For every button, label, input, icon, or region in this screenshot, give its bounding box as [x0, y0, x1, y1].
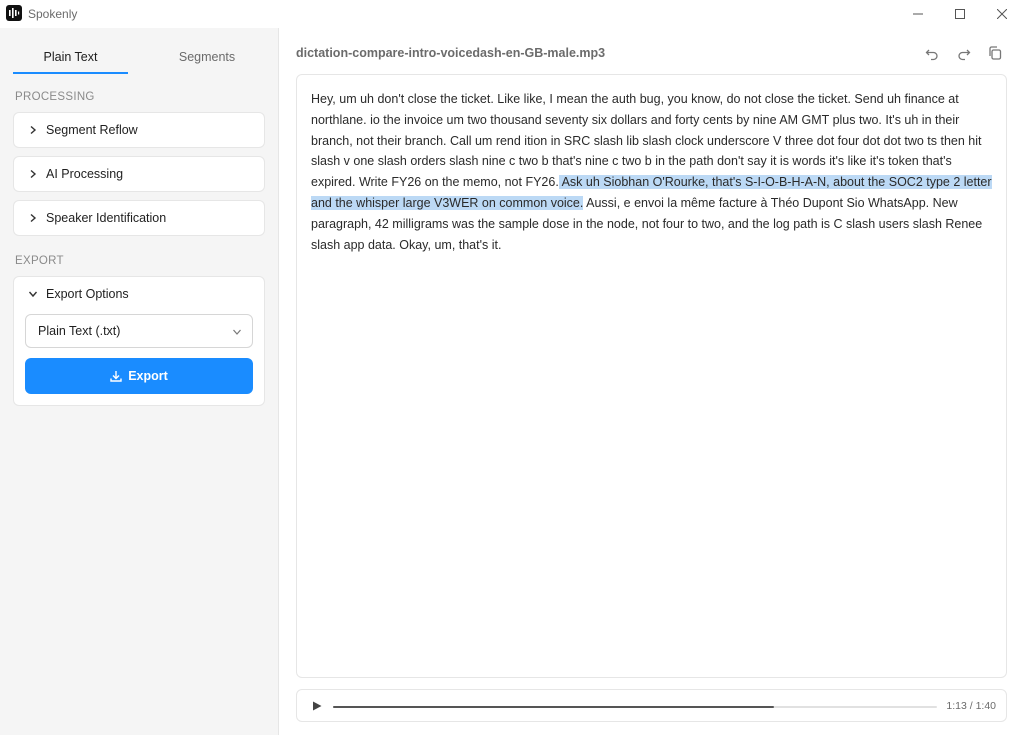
export-button[interactable]: Export — [25, 358, 253, 394]
ai-processing-panel[interactable]: AI Processing — [13, 156, 265, 192]
playback-progress-fill — [333, 706, 774, 708]
chevron-right-icon — [30, 169, 37, 179]
chevron-right-icon — [30, 213, 37, 223]
export-button-label: Export — [128, 369, 168, 383]
export-options-panel: Export Options Plain Text (.txt) Export — [13, 276, 265, 406]
sidebar: Plain Text Segments PROCESSING Segment R… — [0, 28, 279, 735]
transcript-editor[interactable]: Hey, um uh don't close the ticket. Like … — [296, 74, 1007, 678]
segment-reflow-panel[interactable]: Segment Reflow — [13, 112, 265, 148]
download-icon — [110, 371, 122, 382]
undo-icon[interactable] — [924, 45, 940, 61]
title-bar: Spokenly — [0, 0, 1024, 28]
export-format-select[interactable]: Plain Text (.txt) — [25, 314, 253, 348]
play-icon[interactable] — [311, 700, 323, 712]
app-title: Spokenly — [28, 7, 78, 21]
chevron-down-icon — [28, 291, 38, 298]
playback-progress-bar[interactable] — [333, 706, 937, 708]
tab-segments[interactable]: Segments — [144, 40, 270, 74]
speaker-identification-panel[interactable]: Speaker Identification — [13, 200, 265, 236]
close-window-button[interactable] — [980, 0, 1024, 28]
app-logo-icon — [6, 5, 22, 21]
copy-icon[interactable] — [987, 45, 1003, 61]
main-panel: dictation-compare-intro-voicedash-en-GB-… — [280, 28, 1024, 735]
export-format-value: Plain Text (.txt) — [38, 324, 121, 338]
playback-time: 1:13 / 1:40 — [946, 700, 996, 712]
export-options-label: Export Options — [46, 287, 129, 301]
minimize-button[interactable] — [896, 0, 940, 28]
export-section-label: EXPORT — [15, 255, 64, 267]
maximize-icon — [955, 9, 965, 19]
minimize-icon — [913, 13, 923, 15]
chevron-down-icon — [233, 329, 241, 335]
maximize-button[interactable] — [938, 0, 982, 28]
redo-icon[interactable] — [956, 45, 972, 61]
view-tabs: Plain Text Segments — [13, 40, 265, 74]
transcript-text[interactable]: Hey, um uh don't close the ticket. Like … — [311, 89, 999, 255]
file-name: dictation-compare-intro-voicedash-en-GB-… — [296, 46, 606, 60]
speaker-identification-label: Speaker Identification — [46, 211, 167, 225]
processing-section-label: PROCESSING — [15, 91, 95, 103]
audio-player: 1:13 / 1:40 — [296, 689, 1007, 722]
active-tab-indicator — [13, 72, 128, 74]
chevron-right-icon — [30, 125, 37, 135]
close-icon — [997, 9, 1007, 19]
ai-processing-label: AI Processing — [46, 167, 124, 181]
segment-reflow-label: Segment Reflow — [46, 123, 138, 137]
export-options-header[interactable]: Export Options — [14, 277, 264, 311]
tab-plain-text[interactable]: Plain Text — [13, 40, 128, 74]
